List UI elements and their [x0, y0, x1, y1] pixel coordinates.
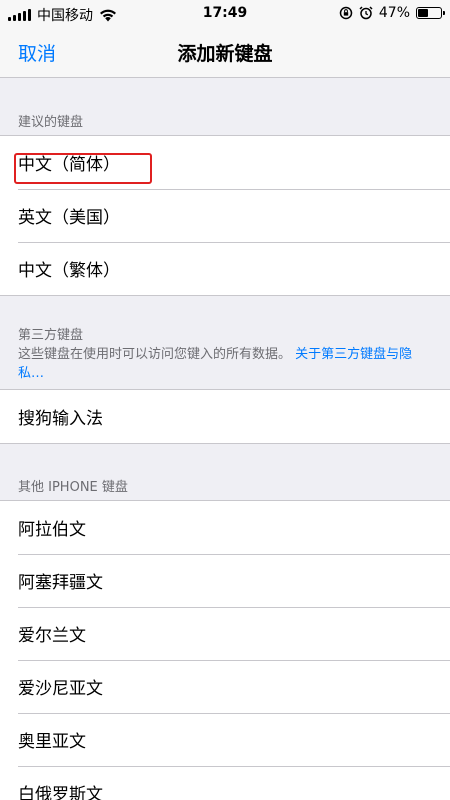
- keyboard-item-label: 中文（简体）: [18, 155, 120, 175]
- suggested-keyboard-list: 中文（简体） 英文（美国） 中文（繁体）: [0, 135, 450, 296]
- keyboard-item-label: 搜狗输入法: [18, 409, 103, 429]
- third-party-keyboard-list: 搜狗输入法: [0, 389, 450, 444]
- keyboard-item-chinese-traditional[interactable]: 中文（繁体）: [0, 242, 450, 295]
- keyboard-item-label: 阿拉伯文: [18, 520, 86, 540]
- section-header-third-party: 第三方键盘 这些键盘在使用时可以访问您键入的所有数据。 关于第三方键盘与隐私…: [18, 326, 438, 383]
- third-party-description: 这些键盘在使用时可以访问您键入的所有数据。 关于第三方键盘与隐私…: [18, 345, 438, 383]
- keyboard-item-english-us[interactable]: 英文（美国）: [0, 189, 450, 242]
- keyboard-item-label: 奥里亚文: [18, 732, 86, 752]
- status-bar: 中国移动 17:49 47%: [0, 0, 450, 28]
- keyboard-item-odia[interactable]: 奥里亚文: [0, 713, 450, 766]
- third-party-header-title: 第三方键盘: [18, 328, 84, 343]
- other-keyboard-list: 阿拉伯文 阿塞拜疆文 爱尔兰文 爱沙尼亚文 奥里亚文 白俄罗斯文: [0, 500, 450, 800]
- page-title: 添加新键盘: [177, 43, 273, 65]
- keyboard-item-estonian[interactable]: 爱沙尼亚文: [0, 660, 450, 713]
- battery-percent: 47%: [378, 5, 410, 21]
- section-header-other: 其他 IPHONE 键盘: [18, 480, 128, 495]
- keyboard-item-label: 爱沙尼亚文: [18, 679, 103, 699]
- keyboard-item-irish[interactable]: 爱尔兰文: [0, 607, 450, 660]
- status-right: 47%: [339, 5, 445, 21]
- alarm-icon: [359, 6, 373, 20]
- section-header-suggested: 建议的键盘: [18, 115, 84, 130]
- keyboard-item-label: 中文（繁体）: [18, 261, 120, 281]
- navigation-bar: 取消 添加新键盘: [0, 28, 450, 78]
- keyboard-item-arabic[interactable]: 阿拉伯文: [0, 501, 450, 554]
- orientation-lock-icon: [339, 6, 353, 20]
- keyboard-item-label: 白俄罗斯文: [18, 785, 103, 800]
- keyboard-item-azerbaijani[interactable]: 阿塞拜疆文: [0, 554, 450, 607]
- keyboard-item-sogou[interactable]: 搜狗输入法: [0, 390, 450, 443]
- third-party-description-text: 这些键盘在使用时可以访问您键入的所有数据。: [18, 347, 292, 362]
- battery-icon: [416, 7, 445, 19]
- battery-fill: [418, 9, 428, 17]
- keyboard-item-label: 爱尔兰文: [18, 626, 86, 646]
- keyboard-item-label: 阿塞拜疆文: [18, 573, 103, 593]
- keyboard-item-belarusian[interactable]: 白俄罗斯文: [0, 766, 450, 800]
- add-keyboard-screen: 中国移动 17:49 47% 取消 添加新键盘 建议的键盘 中文（简体） 英文（…: [0, 0, 450, 800]
- keyboard-item-label: 英文（美国）: [18, 208, 120, 228]
- keyboard-item-chinese-simplified[interactable]: 中文（简体）: [0, 136, 450, 189]
